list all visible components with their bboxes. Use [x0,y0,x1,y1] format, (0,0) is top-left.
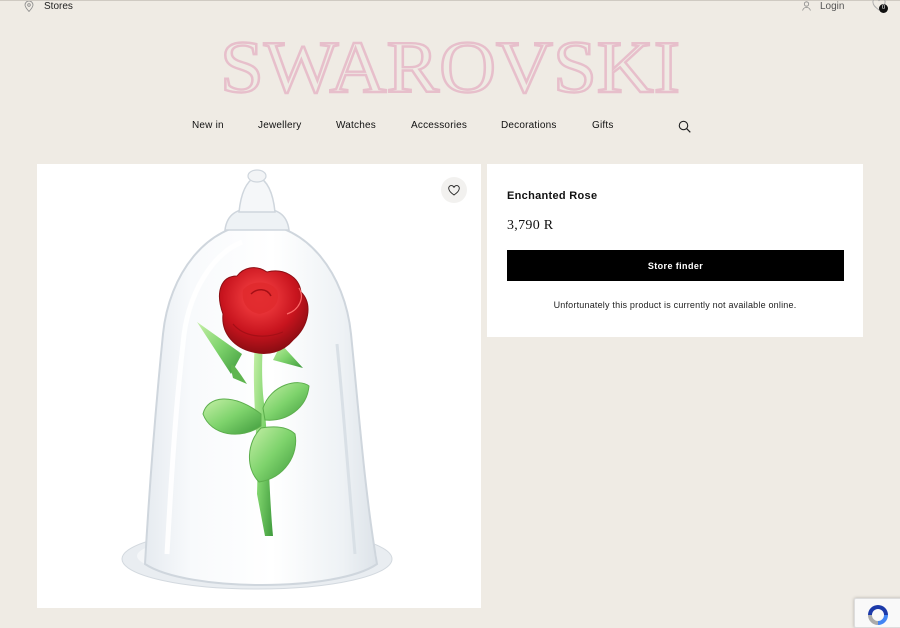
wishlist-button[interactable] [441,177,467,203]
main-nav: New in Jewellery Watches Accessories Dec… [0,115,900,137]
login-label: Login [820,0,845,12]
user-icon [802,1,811,11]
nav-item-jewellery[interactable]: Jewellery [258,115,301,137]
nav-item-decorations[interactable]: Decorations [501,115,557,137]
heart-icon [448,184,460,196]
product-info-panel: Enchanted Rose 3,790 R Store finder Unfo… [487,164,863,337]
search-icon[interactable] [678,120,691,133]
cart-count-badge: 0 [879,4,888,13]
availability-message: Unfortunately this product is currently … [553,300,797,310]
stores-link[interactable]: Stores [24,0,73,12]
brand-wordmark: SWAROVSKI [220,27,680,102]
top-border [0,0,900,1]
product-image-panel [37,164,481,608]
nav-item-accessories[interactable]: Accessories [411,115,467,137]
nav-item-gifts[interactable]: Gifts [592,115,614,137]
nav-item-watches[interactable]: Watches [336,115,376,137]
stores-label: Stores [44,0,73,12]
product-name: Enchanted Rose [507,190,598,202]
product-price: 3,790 R [507,218,554,233]
login-link[interactable]: Login [802,0,844,12]
recaptcha-icon [868,605,888,625]
brand-logo[interactable]: SWAROVSKI [210,26,690,102]
map-pin-icon [24,0,34,12]
nav-item-new-in[interactable]: New in [192,115,224,137]
recaptcha-badge[interactable] [854,598,900,628]
product-image[interactable] [37,164,481,608]
store-finder-button[interactable]: Store finder [507,250,844,281]
cart-button[interactable]: 0 [872,0,890,16]
